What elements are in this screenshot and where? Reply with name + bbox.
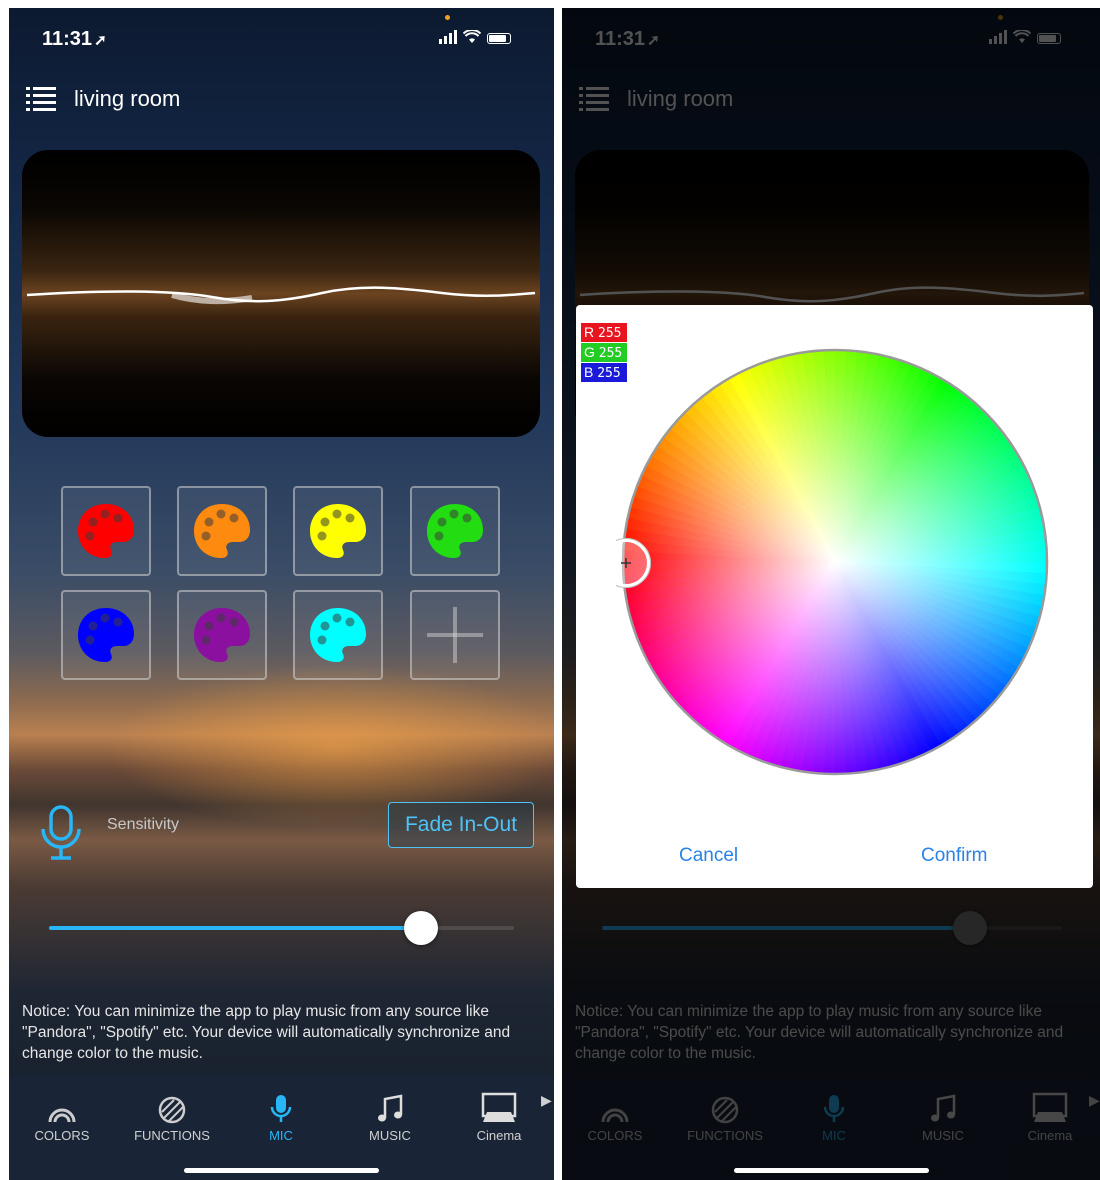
tab-label: MUSIC <box>369 1128 411 1143</box>
privacy-dot <box>445 15 450 20</box>
tab-label: FUNCTIONS <box>134 1128 210 1143</box>
battery-icon <box>487 33 511 44</box>
palette-icon <box>427 504 483 558</box>
sensitivity-label: Sensitivity <box>107 816 180 833</box>
red-value-row: R 255 <box>581 323 627 342</box>
cinema-screen-icon <box>481 1092 517 1122</box>
status-time: 11:31➚ <box>42 28 107 50</box>
swatch-yellow[interactable] <box>293 486 383 576</box>
microphone-icon <box>41 805 81 860</box>
wifi-icon <box>463 30 481 43</box>
location-arrow-icon: ➚ <box>94 32 107 49</box>
tab-functions[interactable]: FUNCTIONS <box>122 1090 222 1143</box>
tab-cinema[interactable]: Cinema <box>449 1090 549 1143</box>
phone-screen-mic: 11:31 ➚ living room Sensitivity Fade In-O… <box>9 8 554 1180</box>
swatch-green[interactable] <box>410 486 500 576</box>
palette-icon <box>310 504 366 558</box>
swatch-cyan[interactable] <box>293 590 383 680</box>
rainbow-icon <box>48 1108 76 1123</box>
swatch-orange[interactable] <box>177 486 267 576</box>
room-title[interactable]: living room <box>74 86 180 112</box>
palette-icon <box>194 504 250 558</box>
palette-icon <box>78 608 134 662</box>
sensitivity-slider-track[interactable] <box>49 926 514 930</box>
notice-text: Notice: You can minimize the app to play… <box>22 1003 511 1062</box>
tab-label: Cinema <box>476 1128 522 1143</box>
swatch-purple[interactable] <box>177 590 267 680</box>
phone-screen-color-picker: 11:31➚ living room Notice: You can minim… <box>562 8 1100 1180</box>
striped-circle-icon <box>158 1096 186 1124</box>
tab-label: COLORS <box>34 1128 90 1143</box>
palette-icon <box>194 608 250 662</box>
palette-icon <box>78 504 134 558</box>
tab-scroll-right-icon[interactable]: ▶ <box>541 1092 552 1109</box>
status-icons <box>439 30 511 44</box>
menu-icon[interactable] <box>26 86 56 112</box>
music-note-icon <box>378 1094 403 1122</box>
microphone-icon <box>270 1095 292 1122</box>
swatch-red[interactable] <box>61 486 151 576</box>
home-indicator <box>184 1168 379 1173</box>
tab-label: MIC <box>269 1128 293 1143</box>
swatch-blue[interactable] <box>61 590 151 680</box>
signal-icon <box>439 30 457 44</box>
palette-icon <box>310 608 366 662</box>
color-wheel[interactable] <box>616 345 1056 785</box>
fade-in-out-button[interactable]: Fade In-Out <box>388 802 534 848</box>
tab-music[interactable]: MUSIC <box>340 1090 440 1143</box>
add-swatch-button[interactable] <box>410 590 500 680</box>
audio-visualizer <box>22 150 540 437</box>
sensitivity-slider-thumb[interactable] <box>404 911 438 945</box>
tab-mic[interactable]: MIC <box>231 1090 331 1143</box>
sensitivity-slider-fill <box>49 926 421 930</box>
cancel-button[interactable]: Cancel <box>679 845 738 867</box>
tab-bar: COLORS FUNCTIONS MIC MUSIC Cinema ▶ <box>9 1076 554 1180</box>
home-indicator <box>734 1168 929 1173</box>
color-picker-dialog: R 255 G 255 B 255 Cancel Confirm <box>576 305 1093 888</box>
waveform <box>26 286 536 305</box>
tab-colors[interactable]: COLORS <box>12 1090 112 1143</box>
color-swatch-grid <box>61 486 503 682</box>
plus-icon <box>427 607 483 663</box>
confirm-button[interactable]: Confirm <box>921 845 988 867</box>
